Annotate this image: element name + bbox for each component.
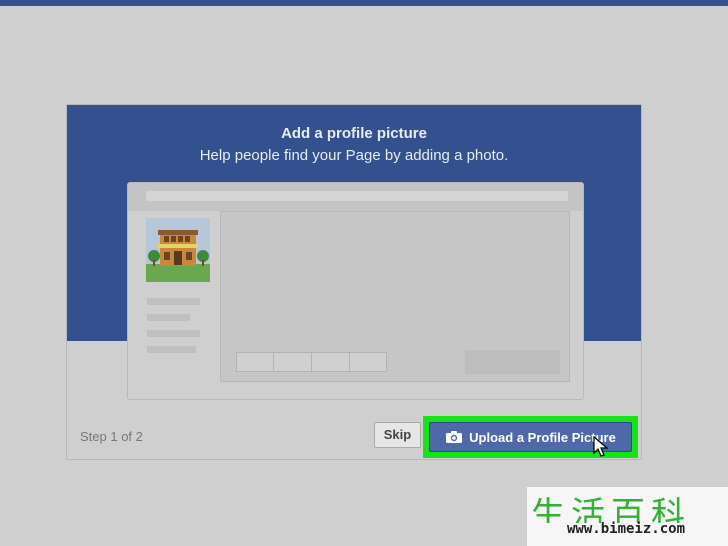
watermark-url: www.bimeiz.com <box>567 521 686 537</box>
sidebar-placeholder-line <box>147 330 200 337</box>
sidebar-placeholder-line <box>147 314 190 321</box>
dialog-title: Add a profile picture <box>281 125 427 142</box>
page-preview-illustration <box>127 182 584 400</box>
preview-action-button-wide <box>465 350 560 374</box>
step-indicator: Step 1 of 2 <box>80 429 143 444</box>
preview-topbar <box>128 183 583 211</box>
sidebar-placeholder-line <box>147 346 196 353</box>
skip-button[interactable]: Skip <box>374 422 421 448</box>
watermark-logo: 生活百科 <box>531 495 691 523</box>
cover-photo-placeholder <box>220 211 570 346</box>
dialog-subtitle: Help people find your Page by adding a p… <box>199 147 509 164</box>
preview-action-button <box>311 352 350 372</box>
cursor-icon <box>593 435 609 458</box>
camera-icon <box>445 430 463 444</box>
building-icon <box>146 218 210 282</box>
sidebar-placeholder-line <box>147 298 200 305</box>
preview-action-button <box>236 352 274 372</box>
top-nav-bar <box>0 0 728 6</box>
preview-topbar-placeholder <box>146 191 568 201</box>
watermark: 生活百科 www.bimeiz.com <box>527 487 728 546</box>
preview-action-button <box>273 352 312 372</box>
profile-picture-dialog: Add a profile picture Help people find y… <box>66 104 642 460</box>
preview-action-bar <box>220 344 570 382</box>
preview-action-button <box>349 352 387 372</box>
